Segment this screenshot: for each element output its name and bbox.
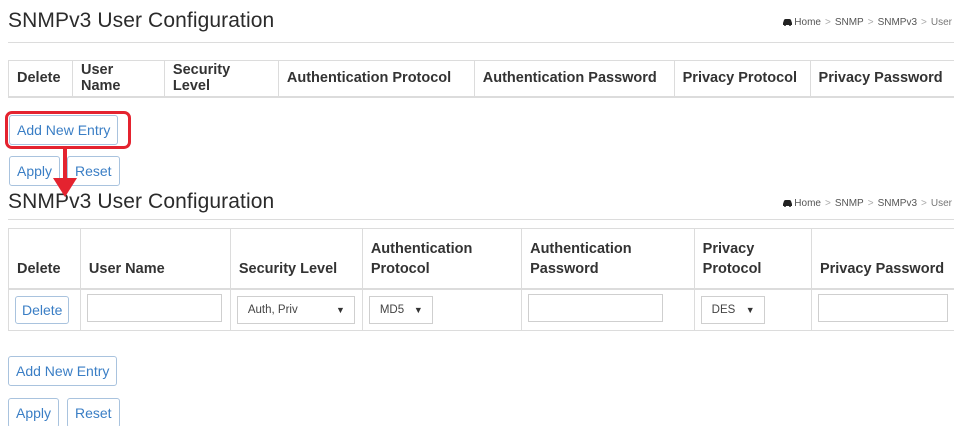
chevron-down-icon: ▼ [335, 304, 345, 315]
cell-user-name [79, 288, 231, 331]
home-icon [783, 200, 793, 207]
col-user-name: User Name [79, 228, 231, 290]
breadcrumb: Home > SNMP > SNMPv3 > User [782, 198, 952, 209]
annotation-arrow-icon [53, 178, 77, 197]
cell-privacy-password [810, 288, 954, 331]
reset-button[interactable]: Reset [67, 398, 120, 426]
col-auth-protocol: Authentication Protocol [277, 60, 475, 98]
home-icon [783, 19, 793, 26]
breadcrumb-snmpv3[interactable]: SNMPv3 [878, 17, 917, 28]
breadcrumb-home[interactable]: Home [794, 17, 821, 28]
breadcrumb-snmp[interactable]: SNMP [835, 17, 864, 28]
col-privacy-password: Privacy Password [809, 60, 954, 98]
auth-protocol-select[interactable]: MD5 ▼ [368, 295, 433, 324]
delete-button[interactable]: Delete [15, 295, 70, 324]
col-auth-password: Authentication Password [473, 60, 675, 98]
title-divider [8, 42, 954, 43]
auth-password-input[interactable] [528, 293, 664, 322]
col-security-level: Security Level [229, 228, 363, 290]
user-name-input[interactable] [86, 293, 222, 322]
security-level-value: Auth, Priv [247, 303, 298, 316]
page-title: SNMPv3 User Configuration [8, 190, 275, 213]
user-config-table: Delete User Name Security Level Authenti… [8, 228, 954, 331]
cell-privacy-protocol: DES ▼ [693, 288, 812, 331]
breadcrumb-home[interactable]: Home [794, 198, 821, 209]
top-panel: SNMPv3 User Configuration Home > SNMP > SNMP… [0, 0, 954, 190]
auth-protocol-value: MD5 [379, 303, 405, 316]
table-row: Delete Auth, Priv ▼ MD5 ▼ DES ▼ [8, 288, 954, 331]
breadcrumb-snmp[interactable]: SNMP [835, 198, 864, 209]
privacy-protocol-value: DES [711, 303, 736, 316]
col-delete: Delete [8, 60, 73, 98]
page-title: SNMPv3 User Configuration [8, 9, 275, 32]
chevron-down-icon: ▼ [413, 304, 423, 315]
title-divider [8, 219, 954, 220]
breadcrumb-separator: > [867, 17, 874, 28]
col-user-name: User Name [71, 60, 165, 98]
breadcrumb-user: User [930, 17, 952, 28]
annotation-highlight-box [5, 111, 131, 149]
breadcrumb-separator: > [921, 17, 927, 28]
cell-auth-protocol: MD5 ▼ [361, 288, 522, 331]
table-header-row: Delete User Name Security Level Authenti… [8, 60, 954, 98]
cell-delete: Delete [8, 288, 81, 331]
bottom-panel: SNMPv3 User Configuration Home > SNMP > SNMP… [0, 190, 954, 426]
security-level-select[interactable]: Auth, Priv ▼ [236, 295, 355, 324]
col-privacy-password: Privacy Password [810, 228, 954, 290]
col-delete: Delete [8, 228, 81, 290]
col-auth-password: Authentication Password [521, 228, 695, 290]
user-config-table-empty: Delete User Name Security Level Authenti… [8, 60, 954, 98]
col-privacy-protocol: Privacy Protocol [673, 60, 811, 98]
cell-security-level: Auth, Priv ▼ [229, 288, 363, 331]
col-security-level: Security Level [163, 60, 279, 98]
chevron-down-icon: ▼ [745, 304, 755, 315]
privacy-password-input[interactable] [817, 293, 948, 322]
col-auth-protocol: Authentication Protocol [361, 228, 522, 290]
breadcrumb-separator: > [867, 198, 874, 209]
add-new-entry-button[interactable]: Add New Entry [8, 356, 118, 386]
table-header-row: Delete User Name Security Level Authenti… [8, 228, 954, 290]
breadcrumb-user: User [930, 198, 952, 209]
cell-auth-password [521, 288, 695, 331]
breadcrumb-snmpv3[interactable]: SNMPv3 [878, 198, 917, 209]
breadcrumb-separator: > [921, 198, 927, 209]
breadcrumb-separator: > [824, 198, 831, 209]
breadcrumb-separator: > [824, 17, 831, 28]
apply-button[interactable]: Apply [8, 398, 60, 426]
privacy-protocol-select[interactable]: DES ▼ [700, 295, 765, 324]
breadcrumb: Home > SNMP > SNMPv3 > User [782, 17, 952, 28]
col-privacy-protocol: Privacy Protocol [693, 228, 812, 290]
